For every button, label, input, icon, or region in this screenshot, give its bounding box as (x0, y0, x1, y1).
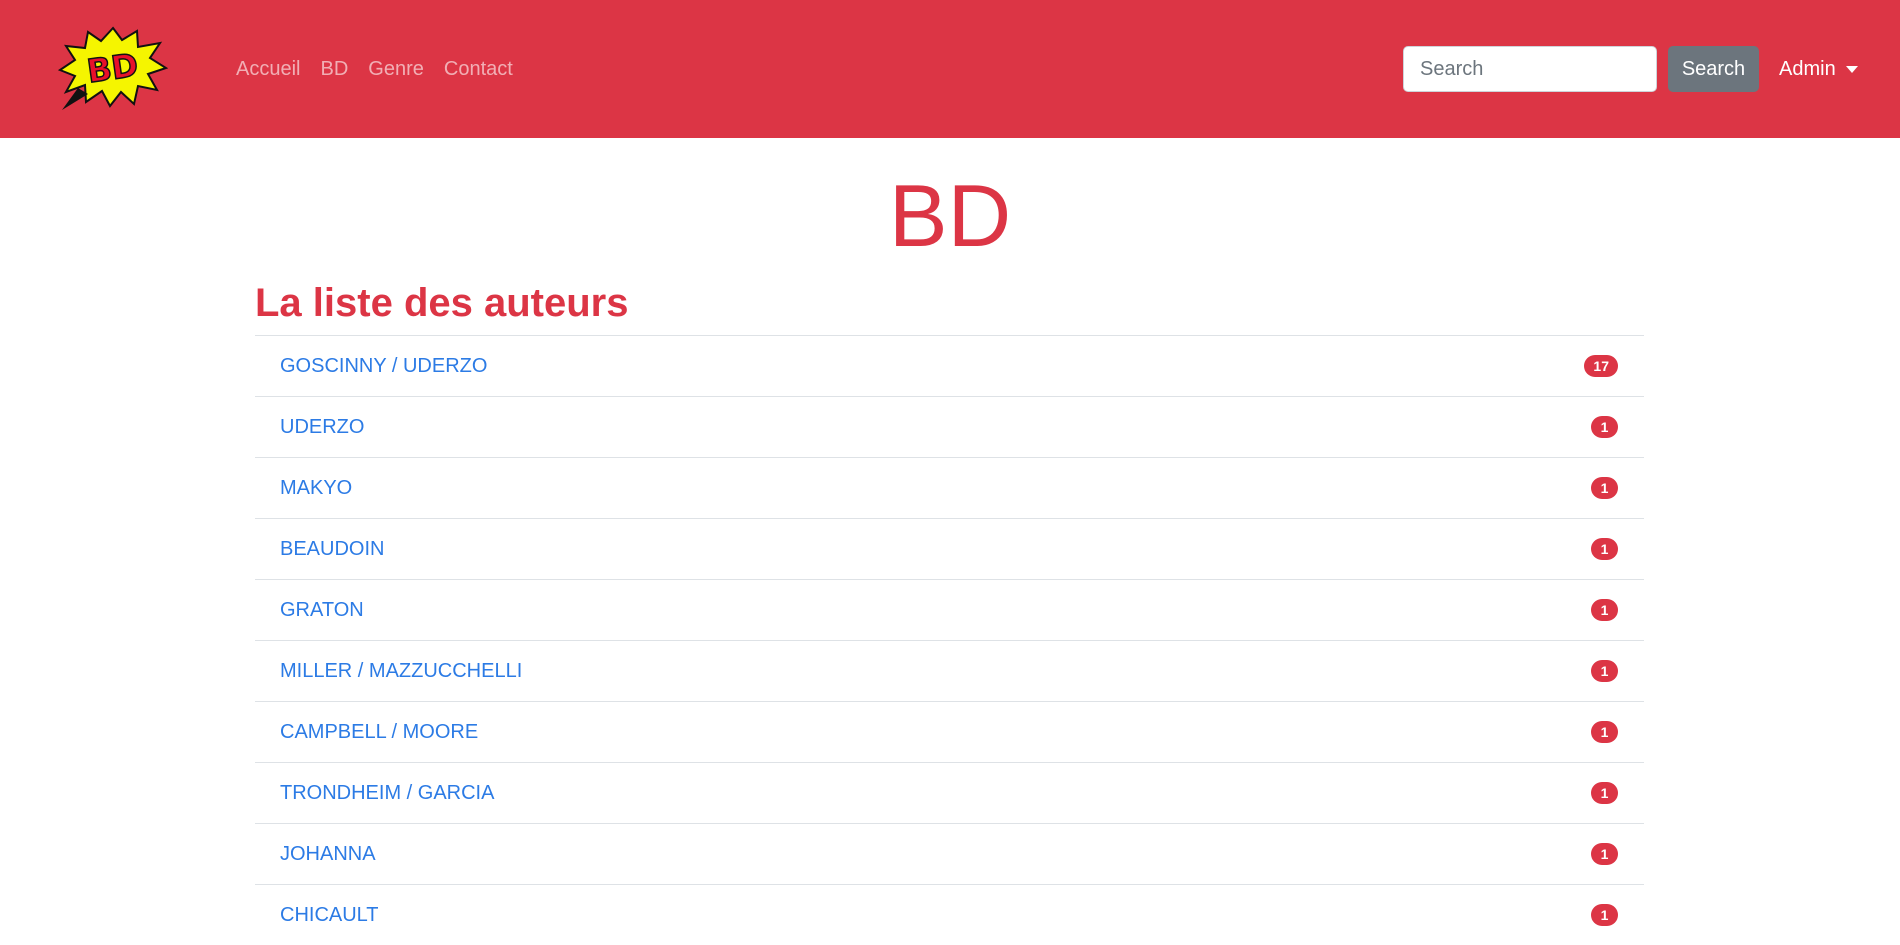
count-badge: 17 (1584, 355, 1618, 377)
list-item: JOHANNA 1 (255, 823, 1644, 884)
nav-link-accueil[interactable]: Accueil (236, 56, 300, 82)
count-badge: 1 (1591, 904, 1618, 926)
nav-link-contact[interactable]: Contact (444, 56, 513, 82)
count-badge: 1 (1591, 416, 1618, 438)
list-item: GRATON 1 (255, 579, 1644, 640)
section-heading: La liste des auteurs (255, 281, 629, 325)
nav-link-genre[interactable]: Genre (368, 56, 424, 82)
author-link[interactable]: MAKYO (280, 477, 352, 500)
page-title: BD (888, 166, 1012, 265)
bd-logo[interactable]: BD (58, 26, 168, 110)
logo-text: BD (85, 46, 141, 91)
author-link[interactable]: GRATON (280, 599, 364, 622)
search-placeholder: Search (1420, 57, 1484, 80)
top-navbar: BD Accueil BD Genre Contact Search Searc… (0, 0, 1900, 138)
author-link[interactable]: MILLER / MAZZUCCHELLI (280, 660, 522, 683)
count-badge: 1 (1591, 721, 1618, 743)
chevron-down-icon (1845, 65, 1858, 73)
author-link[interactable]: JOHANNA (280, 843, 376, 866)
list-item: TRONDHEIM / GARCIA 1 (255, 762, 1644, 823)
search-button[interactable]: Search (1668, 46, 1759, 92)
list-item: MAKYO 1 (255, 457, 1644, 518)
search-input[interactable]: Search (1403, 46, 1657, 92)
list-item: MILLER / MAZZUCCHELLI 1 (255, 640, 1644, 701)
count-badge: 1 (1591, 477, 1618, 499)
author-link[interactable]: CHICAULT (280, 904, 379, 927)
count-badge: 1 (1591, 843, 1618, 865)
author-link[interactable]: TRONDHEIM / GARCIA (280, 782, 494, 805)
count-badge: 1 (1591, 599, 1618, 621)
count-badge: 1 (1591, 660, 1618, 682)
author-link[interactable]: UDERZO (280, 416, 364, 439)
author-link[interactable]: BEAUDOIN (280, 538, 384, 561)
list-item: CHICAULT 1 (255, 884, 1644, 945)
list-item: UDERZO 1 (255, 396, 1644, 457)
author-link[interactable]: GOSCINNY / UDERZO (280, 355, 487, 378)
list-item: GOSCINNY / UDERZO 17 (255, 335, 1644, 396)
count-badge: 1 (1591, 782, 1618, 804)
nav-link-bd[interactable]: BD (320, 56, 348, 82)
count-badge: 1 (1591, 538, 1618, 560)
author-link[interactable]: CAMPBELL / MOORE (280, 721, 478, 744)
admin-label: Admin (1779, 58, 1836, 80)
list-item: CAMPBELL / MOORE 1 (255, 701, 1644, 762)
admin-dropdown[interactable]: Admin (1779, 56, 1858, 82)
main-nav: Accueil BD Genre Contact (236, 56, 533, 82)
list-item: BEAUDOIN 1 (255, 518, 1644, 579)
author-list: GOSCINNY / UDERZO 17 UDERZO 1 MAKYO 1 BE… (255, 335, 1644, 945)
